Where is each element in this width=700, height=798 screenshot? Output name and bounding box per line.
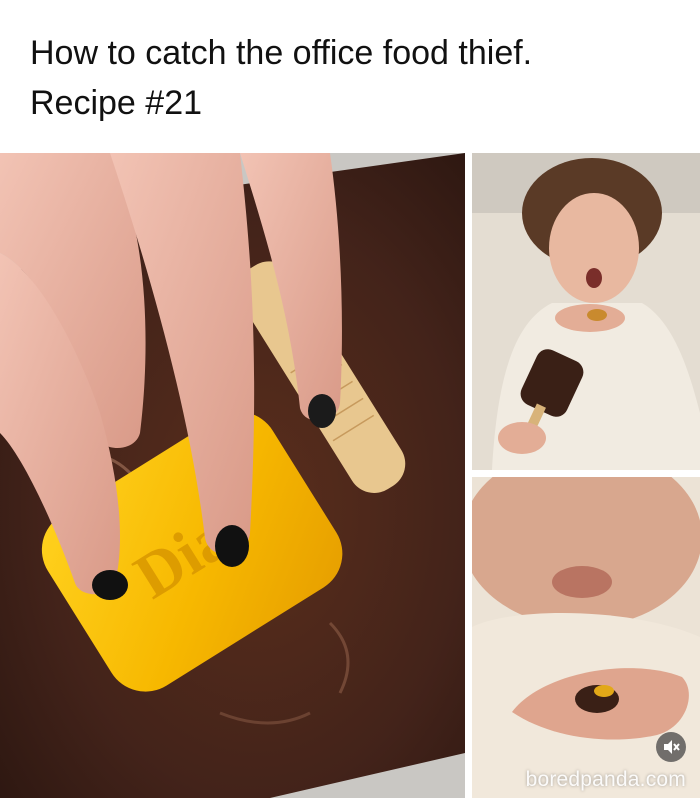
photo-soap-dipped-in-chocolate: Dial <box>0 153 465 798</box>
caption: How to catch the office food thief. Reci… <box>30 28 680 128</box>
photo-woman-spitting-out: boredpanda.com <box>472 477 700 798</box>
watermark: boredpanda.com <box>525 768 686 791</box>
caption-line-2: Recipe #21 <box>30 84 203 122</box>
photo-woman-biting-bar <box>472 153 700 470</box>
speaker-muted-icon[interactable] <box>656 732 686 762</box>
photo-left-illustration: Dial <box>0 153 465 798</box>
photo-top-right-illustration <box>472 153 700 470</box>
caption-line-1: How to catch the office food thief. <box>30 34 533 72</box>
speaker-muted-icon-glyph <box>664 740 680 754</box>
